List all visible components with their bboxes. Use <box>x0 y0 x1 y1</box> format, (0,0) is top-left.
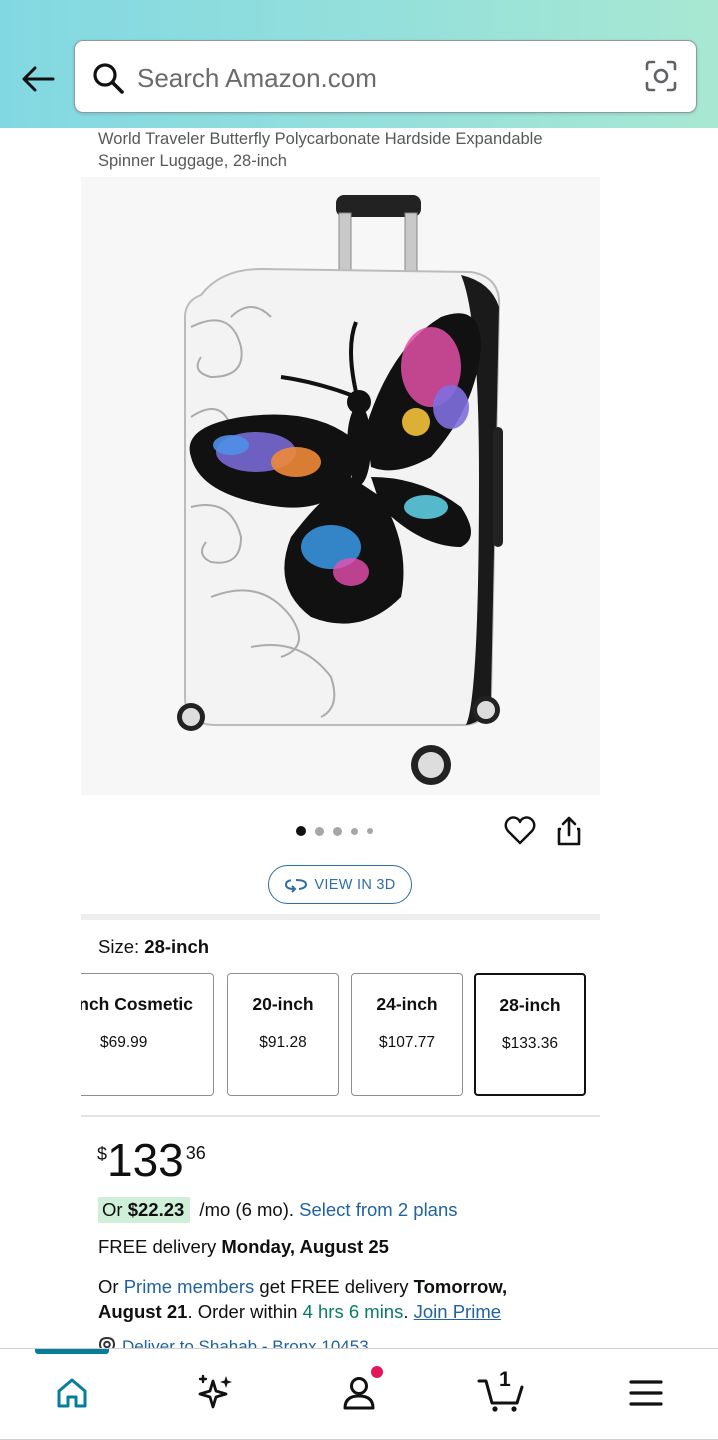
prime-delivery-info: Or Prime members get FREE delivery Tomor… <box>98 1274 568 1324</box>
section-divider <box>81 1115 600 1117</box>
installment-terms: /mo (6 mo). <box>194 1199 300 1220</box>
size-option-name: nch Cosmetic <box>81 994 193 1014</box>
size-option-price: $69.99 <box>100 1034 148 1051</box>
rotate-3d-icon <box>285 878 308 893</box>
size-option-20-inch[interactable]: 20-inch $91.28 <box>227 973 339 1096</box>
nav-account[interactable] <box>328 1365 390 1421</box>
size-option-28-inch[interactable]: 28-inch $133.36 <box>474 973 586 1096</box>
active-tab-indicator <box>35 1349 109 1354</box>
carousel-dot[interactable] <box>333 826 342 836</box>
prime-prefix: Or <box>98 1276 124 1297</box>
back-button[interactable] <box>14 58 62 100</box>
bottom-navigation: 1 <box>0 1348 718 1440</box>
sparkle-icon <box>198 1374 232 1409</box>
price-symbol: $ <box>97 1144 108 1164</box>
prime-members-link[interactable]: Prime members <box>124 1276 255 1297</box>
product-title: World Traveler Butterfly Polycarbonate H… <box>98 130 543 170</box>
size-option-name: 28-inch <box>499 995 561 1015</box>
search-icon <box>93 63 124 94</box>
size-option-cosmetic[interactable]: nch Cosmetic $69.99 <box>81 973 214 1096</box>
prime-mid-text: get FREE delivery <box>254 1276 414 1297</box>
view-in-3d-label: VIEW IN 3D <box>314 876 396 893</box>
size-option-24-inch[interactable]: 24-inch $107.77 <box>351 973 463 1096</box>
camera-lens-icon[interactable] <box>644 59 678 93</box>
carousel-dot[interactable] <box>351 827 358 835</box>
nav-ai-assistant[interactable] <box>184 1365 246 1421</box>
installment-offer: Or $22.23 /mo (6 mo). Select from 2 plan… <box>98 1197 458 1223</box>
person-icon <box>343 1377 375 1410</box>
installment-prefix: Or <box>102 1199 128 1220</box>
search-bar[interactable] <box>74 40 697 113</box>
delivery-date: Monday, August 25 <box>221 1236 389 1257</box>
share-icon[interactable] <box>552 814 586 848</box>
size-option-price: $107.77 <box>378 1034 436 1051</box>
carousel-dot[interactable] <box>296 826 306 836</box>
order-countdown: 4 hrs 6 mins <box>302 1301 404 1322</box>
order-within-text: . Order within <box>187 1301 303 1322</box>
size-label-text: Size: <box>98 936 145 957</box>
price-whole: 133 <box>107 1134 184 1186</box>
hamburger-menu-icon <box>629 1380 663 1406</box>
top-header <box>0 0 718 128</box>
image-carousel-dots[interactable] <box>296 826 373 836</box>
price-fraction: 36 <box>185 1143 206 1163</box>
section-divider <box>81 914 600 920</box>
free-delivery-text: FREE delivery <box>98 1236 222 1257</box>
prime-separator: . <box>403 1301 414 1322</box>
free-delivery-info: FREE delivery Monday, August 25 <box>98 1236 389 1258</box>
product-image[interactable] <box>81 177 600 795</box>
back-arrow-icon <box>22 66 55 92</box>
heart-icon[interactable] <box>503 814 537 848</box>
size-option-price: $133.36 <box>501 1035 559 1052</box>
size-option-name: 24-inch <box>376 994 438 1014</box>
carousel-dot[interactable] <box>367 828 373 834</box>
size-option-name: 20-inch <box>252 994 314 1014</box>
price: $ 133 36 <box>97 1134 206 1186</box>
size-option-price: $91.28 <box>259 1034 307 1051</box>
size-label: Size: 28-inch <box>98 936 209 958</box>
cart-count: 1 <box>499 1368 511 1391</box>
suitcase-illustration <box>177 195 503 785</box>
notification-dot <box>371 1366 383 1378</box>
size-selected-value: 28-inch <box>144 936 210 957</box>
search-input[interactable] <box>137 55 637 101</box>
nav-cart[interactable]: 1 <box>470 1365 532 1421</box>
installment-amount: $22.23 <box>127 1199 185 1220</box>
nav-home[interactable] <box>41 1365 103 1421</box>
installment-badge: Or $22.23 <box>98 1197 191 1223</box>
select-plans-link[interactable]: Select from 2 plans <box>299 1199 457 1221</box>
carousel-dot[interactable] <box>315 826 324 836</box>
size-options: nch Cosmetic $69.99 20-inch $91.28 24-in… <box>81 973 600 1097</box>
join-prime-link[interactable]: Join Prime <box>414 1301 501 1322</box>
view-in-3d-button[interactable]: VIEW IN 3D <box>268 865 412 904</box>
nav-menu[interactable] <box>615 1365 677 1421</box>
home-icon <box>57 1378 87 1408</box>
